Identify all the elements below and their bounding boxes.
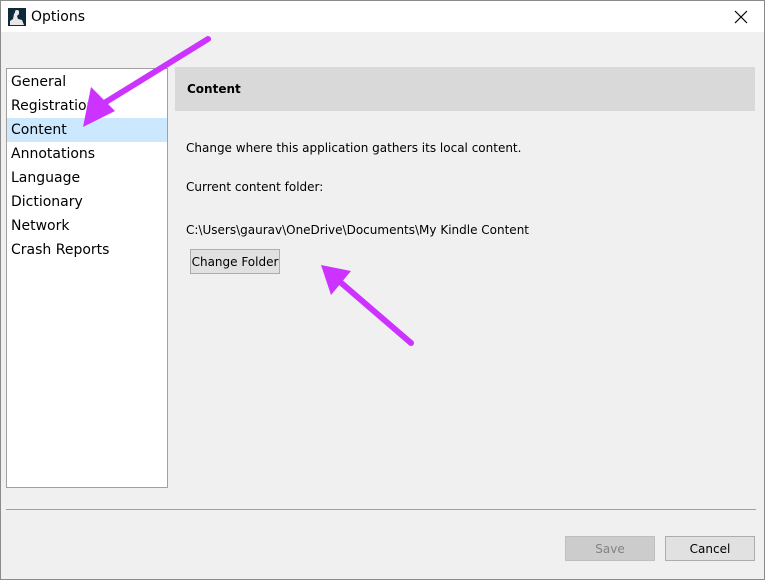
cancel-button[interactable]: Cancel (665, 536, 755, 561)
nav-item-registration[interactable]: Registration (7, 94, 167, 118)
options-dialog: Options General Registration Content Ann… (0, 0, 765, 580)
kindle-reader-icon (7, 6, 27, 27)
nav-item-content[interactable]: Content (7, 118, 167, 142)
nav-item-general[interactable]: General (7, 70, 167, 94)
window-title: Options (31, 8, 86, 25)
footer-divider (6, 509, 756, 510)
change-folder-button[interactable]: Change Folder (190, 249, 280, 274)
dialog-body: General Registration Content Annotations… (1, 32, 764, 579)
nav-item-crash-reports[interactable]: Crash Reports (7, 238, 167, 262)
current-folder-label: Current content folder: (186, 180, 324, 194)
category-list[interactable]: General Registration Content Annotations… (6, 68, 168, 488)
nav-item-annotations[interactable]: Annotations (7, 142, 167, 166)
save-button[interactable]: Save (565, 536, 655, 561)
nav-item-dictionary[interactable]: Dictionary (7, 190, 167, 214)
nav-item-network[interactable]: Network (7, 214, 167, 238)
close-icon (734, 10, 748, 23)
panel-title: Content (187, 82, 241, 96)
title-bar: Options (1, 1, 764, 32)
content-description: Change where this application gathers it… (186, 141, 522, 155)
nav-item-language[interactable]: Language (7, 166, 167, 190)
current-folder-path: C:\Users\gaurav\OneDrive\Documents\My Ki… (186, 223, 530, 237)
close-button[interactable] (718, 1, 764, 32)
panel-header: Content (175, 67, 755, 111)
